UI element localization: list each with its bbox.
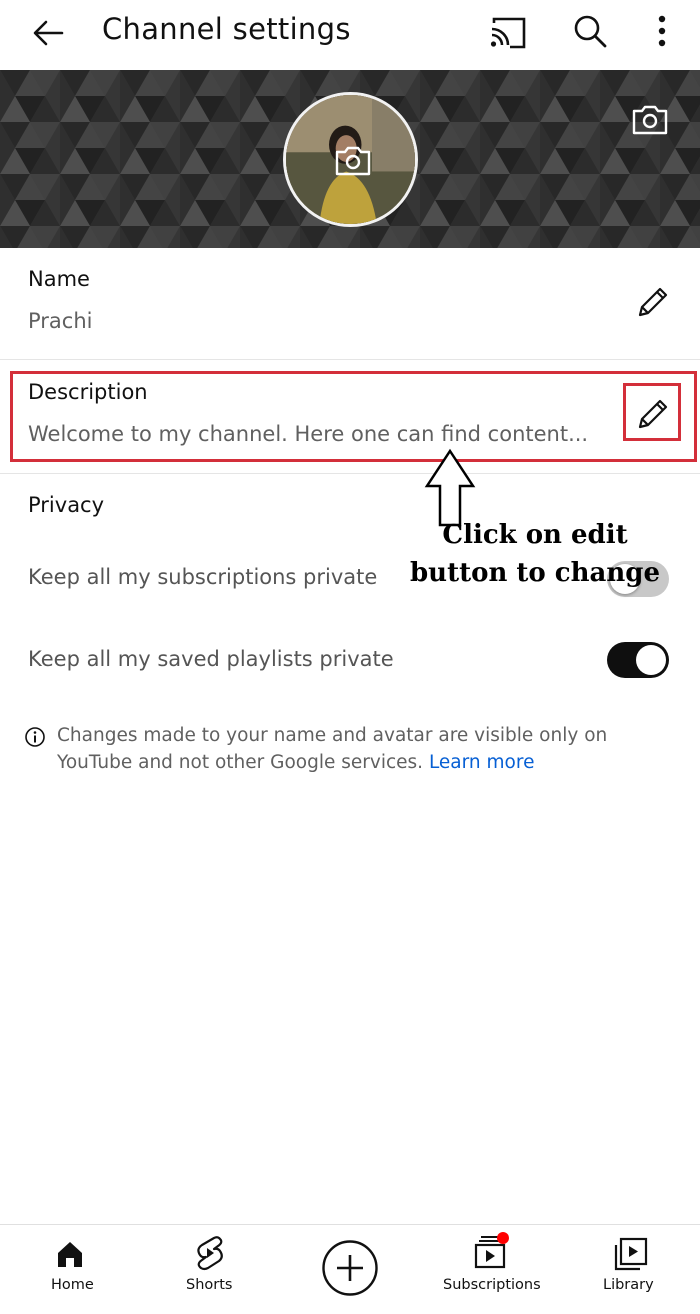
subscriptions-icon: [474, 1232, 509, 1269]
bottom-navigation: Home Shorts Subscriptions Library: [0, 1224, 700, 1314]
name-value: Prachi: [28, 309, 93, 333]
name-row: Name Prachi: [0, 248, 700, 360]
nav-subscriptions-label: Subscriptions: [443, 1277, 541, 1293]
description-highlight-box: [10, 371, 697, 462]
nav-create[interactable]: [315, 1225, 385, 1314]
learn-more-link[interactable]: Learn more: [429, 752, 535, 773]
playlists-private-label: Keep all my saved playlists private: [28, 647, 394, 671]
home-icon: [58, 1242, 82, 1267]
top-app-bar: Channel settings: [0, 0, 700, 70]
shorts-icon: [197, 1236, 223, 1271]
toggle-knob: [636, 645, 666, 675]
avatar[interactable]: [283, 92, 418, 227]
channel-banner[interactable]: [0, 70, 700, 248]
avatar-camera-icon[interactable]: [333, 143, 373, 179]
back-arrow-icon[interactable]: [28, 13, 68, 53]
annotation-line-1: Click on edit: [442, 520, 628, 550]
name-label: Name: [28, 267, 90, 291]
create-plus-icon: [322, 1240, 378, 1296]
nav-subscriptions[interactable]: Subscriptions: [440, 1225, 541, 1314]
nav-shorts[interactable]: Shorts: [170, 1225, 250, 1314]
nav-home-label: Home: [51, 1277, 94, 1293]
nav-shorts-label: Shorts: [186, 1277, 233, 1293]
search-icon[interactable]: [570, 11, 610, 51]
info-icon: [25, 727, 45, 747]
annotation-line-2: button to change: [410, 558, 661, 588]
edit-button-highlight-box: [623, 383, 681, 441]
info-text-block: Changes made to your name and avatar are…: [57, 722, 677, 776]
edit-name-pencil-icon[interactable]: [632, 283, 672, 323]
annotation-text: Click on edit button to change: [410, 516, 660, 592]
banner-camera-icon[interactable]: [630, 102, 670, 138]
playlists-private-toggle[interactable]: [607, 642, 669, 678]
cast-icon[interactable]: [488, 13, 528, 53]
more-vert-icon[interactable]: [646, 11, 678, 51]
nav-library-label: Library: [603, 1277, 654, 1293]
library-icon: [614, 1237, 648, 1271]
page-title: Channel settings: [102, 12, 351, 46]
subscriptions-private-label: Keep all my subscriptions private: [28, 565, 378, 589]
nav-library[interactable]: Library: [590, 1225, 670, 1314]
nav-home[interactable]: Home: [30, 1225, 110, 1314]
privacy-heading: Privacy: [28, 493, 105, 517]
